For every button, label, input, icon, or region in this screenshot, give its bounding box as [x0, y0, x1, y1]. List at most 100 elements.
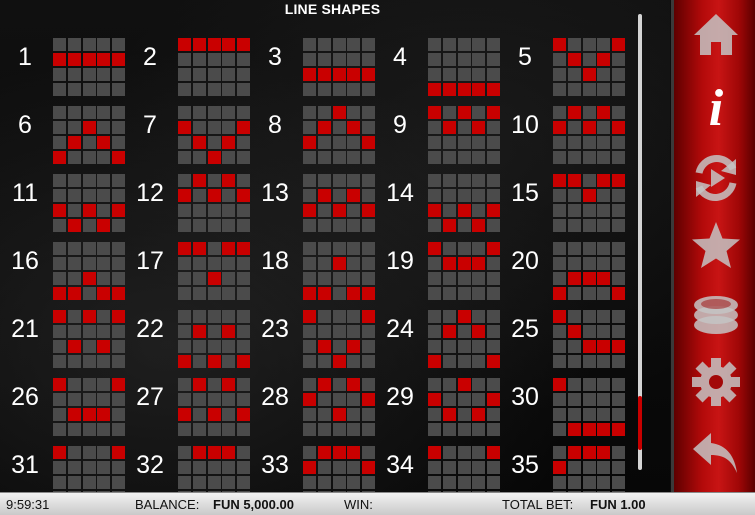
payline-square — [347, 423, 361, 436]
payline-square-active — [67, 340, 81, 353]
payline-square-active — [347, 121, 361, 134]
payline-square — [67, 242, 81, 255]
payline-square — [597, 204, 611, 217]
payline-square-active — [82, 272, 96, 285]
payline-square-active — [567, 446, 581, 459]
payline-square-active — [237, 189, 250, 202]
payline-square — [112, 257, 125, 270]
payline-square — [487, 121, 500, 134]
payline-square — [362, 106, 375, 119]
payline-square — [222, 219, 236, 232]
payline-square — [53, 174, 66, 187]
payline-square — [582, 136, 596, 149]
payline-square-active — [178, 38, 191, 51]
payline-square — [442, 393, 456, 406]
payline-square-active — [82, 121, 96, 134]
payline-square — [597, 355, 611, 368]
payline-square — [567, 287, 581, 300]
line-shape: 30 — [501, 376, 626, 444]
line-number: 14 — [386, 179, 414, 207]
payline-square — [553, 204, 566, 217]
payline-square — [428, 121, 441, 134]
payline-square — [487, 461, 500, 474]
payline-square — [237, 461, 250, 474]
payline-square — [303, 325, 316, 338]
payline-square — [472, 38, 486, 51]
payline-square — [222, 355, 236, 368]
info-button[interactable]: i — [674, 78, 755, 138]
back-button[interactable] — [674, 424, 755, 484]
payline-square — [237, 287, 250, 300]
payline-square — [332, 378, 346, 391]
favorites-button[interactable] — [674, 216, 755, 276]
payline-square — [67, 393, 81, 406]
payline-square — [567, 83, 581, 96]
payline-square — [82, 378, 96, 391]
scrollbar-thumb[interactable] — [638, 396, 642, 450]
payline-square-active — [222, 446, 236, 459]
settings-button[interactable] — [674, 352, 755, 412]
payline-square-active — [112, 53, 125, 66]
bet-button[interactable] — [674, 284, 755, 344]
payline-square — [222, 393, 236, 406]
payline-square — [303, 423, 316, 436]
line-pattern — [53, 38, 125, 96]
payline-square — [237, 378, 250, 391]
line-shape: 13 — [251, 172, 376, 240]
payline-square — [237, 257, 250, 270]
payline-square — [567, 355, 581, 368]
payline-square — [178, 106, 191, 119]
line-pattern — [428, 106, 500, 164]
line-shape: 27 — [126, 376, 251, 444]
payline-square-active — [237, 38, 250, 51]
payline-square — [192, 340, 206, 353]
payline-square-active — [317, 340, 331, 353]
payline-square-active — [303, 461, 316, 474]
payline-square — [112, 106, 125, 119]
payline-square — [612, 325, 625, 338]
payline-square — [567, 204, 581, 217]
payline-square-active — [82, 204, 96, 217]
payline-square — [82, 38, 96, 51]
payline-square — [362, 242, 375, 255]
line-shape: 6 — [1, 104, 126, 172]
payline-square-active — [362, 68, 375, 81]
autoplay-button[interactable] — [674, 148, 755, 208]
payline-square — [67, 68, 81, 81]
payline-square — [192, 257, 206, 270]
payline-square — [112, 393, 125, 406]
payline-square — [332, 476, 346, 489]
total-bet-value: FUN 1.00 — [590, 497, 646, 512]
payline-square — [222, 53, 236, 66]
payline-square-active — [53, 287, 66, 300]
line-pattern — [178, 378, 250, 436]
payline-square — [53, 257, 66, 270]
payline-square — [317, 393, 331, 406]
payline-square — [303, 83, 316, 96]
payline-square — [317, 310, 331, 323]
payline-square — [178, 476, 191, 489]
payline-square — [303, 219, 316, 232]
payline-square — [582, 151, 596, 164]
payline-square-active — [582, 189, 596, 202]
payline-square-active — [237, 355, 250, 368]
payline-square — [347, 272, 361, 285]
payline-square — [582, 53, 596, 66]
line-number: 30 — [511, 383, 539, 411]
payline-square — [53, 272, 66, 285]
payline-square — [457, 446, 471, 459]
payline-square — [317, 204, 331, 217]
payline-square-active — [457, 204, 471, 217]
payline-square-active — [567, 272, 581, 285]
home-button[interactable] — [674, 4, 755, 64]
payline-square-active — [53, 53, 66, 66]
payline-square-active — [428, 204, 441, 217]
payline-square-active — [317, 378, 331, 391]
payline-square-active — [442, 257, 456, 270]
payline-square — [67, 355, 81, 368]
payline-square-active — [347, 340, 361, 353]
payline-square — [362, 151, 375, 164]
payline-square — [97, 378, 111, 391]
payline-square-active — [472, 257, 486, 270]
line-shape: 24 — [376, 308, 501, 376]
